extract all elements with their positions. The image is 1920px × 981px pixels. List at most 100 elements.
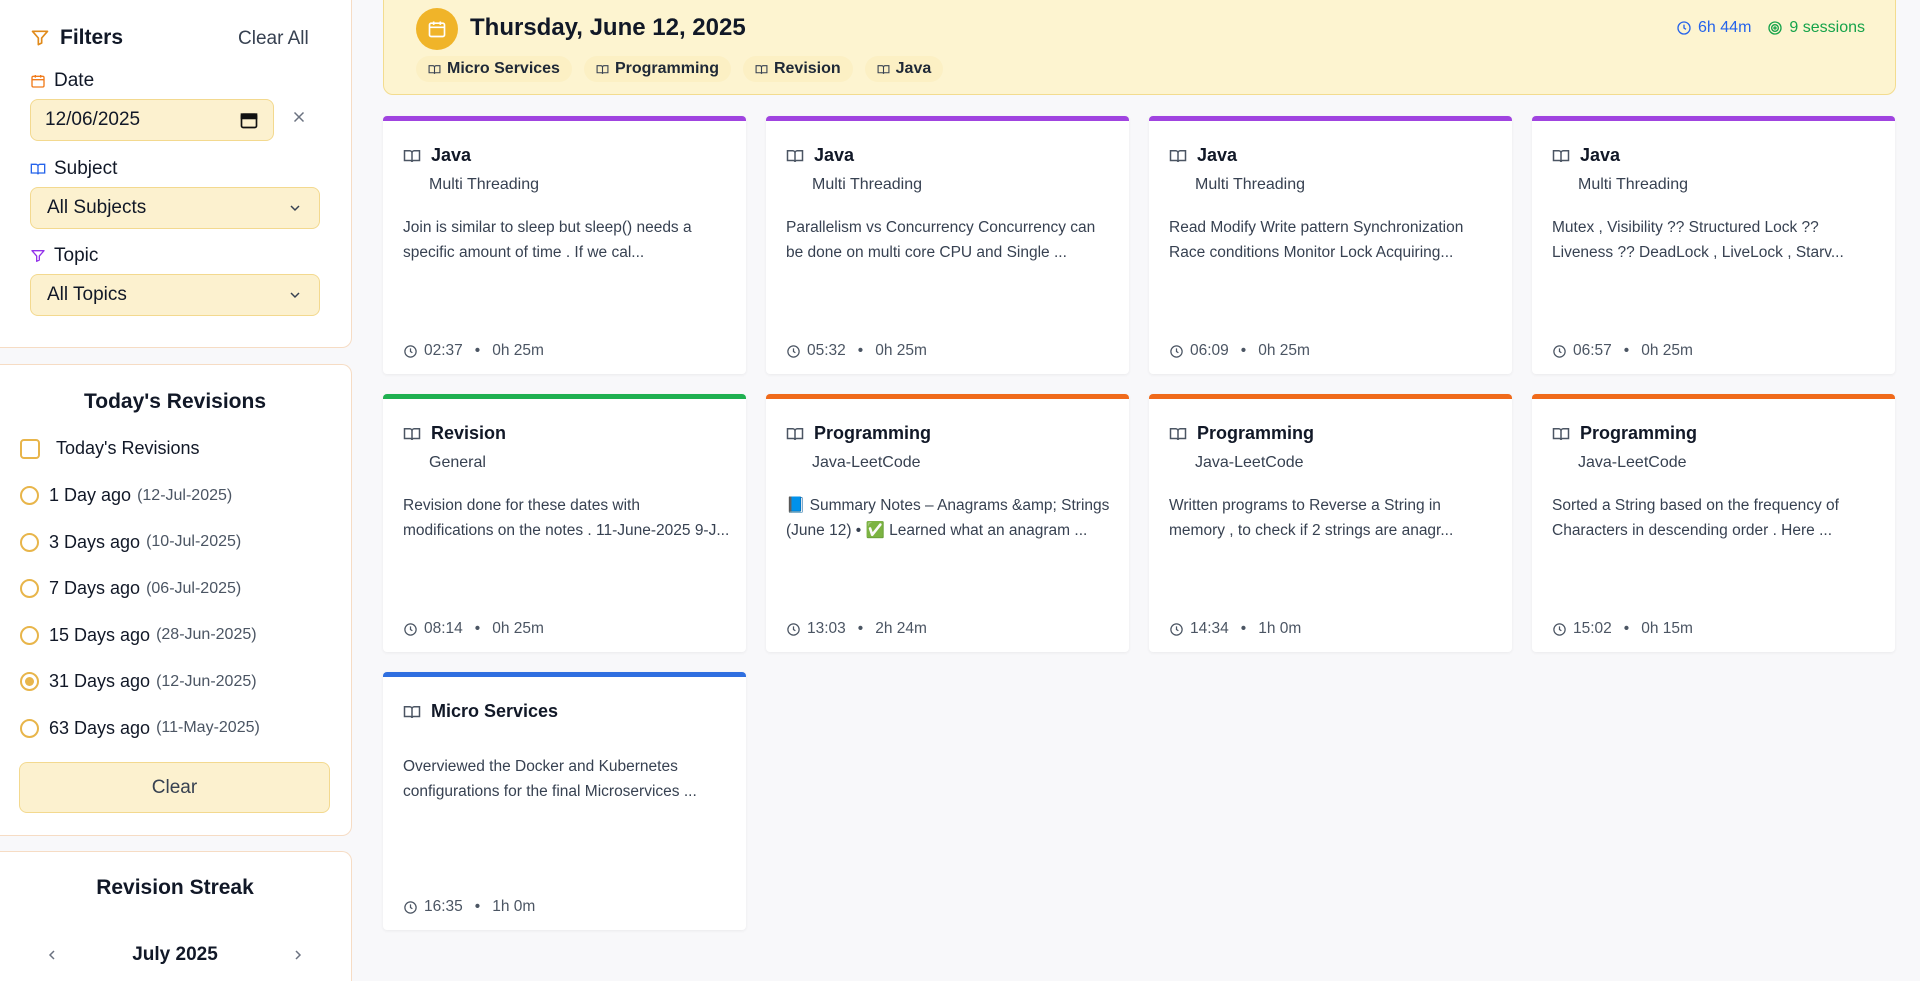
clock-icon bbox=[1676, 20, 1692, 36]
next-month-icon[interactable] bbox=[290, 947, 306, 963]
card-meta: 06:57 • 0h 25m bbox=[1552, 342, 1693, 360]
card-meta: 16:35 • 1h 0m bbox=[403, 898, 535, 916]
card-time: 13:03 bbox=[807, 620, 846, 637]
card-subject: Revision bbox=[403, 423, 506, 444]
session-card[interactable]: Micro Services Overviewed the Docker and… bbox=[383, 672, 746, 930]
subject-tag[interactable]: Java bbox=[864, 56, 944, 82]
revision-option-date: (06-Jul-2025) bbox=[146, 579, 242, 597]
card-meta: 14:34 • 1h 0m bbox=[1169, 620, 1301, 638]
clear-revisions-button[interactable]: Clear bbox=[19, 762, 330, 813]
card-time: 05:32 bbox=[807, 342, 846, 359]
total-time: 6h 44m bbox=[1698, 19, 1752, 36]
todays-revisions-checkbox[interactable]: Today's Revisions bbox=[20, 438, 200, 459]
calendar-icon bbox=[30, 73, 46, 89]
revision-option[interactable]: 1 Day ago (12-Jul-2025) bbox=[20, 485, 232, 506]
radio[interactable] bbox=[20, 718, 39, 738]
revision-option-date: (12-Jun-2025) bbox=[156, 672, 257, 690]
revision-option[interactable]: 63 Days ago (11-May-2025) bbox=[20, 718, 260, 739]
subject-tags: Micro Services Programming Revision Java bbox=[416, 56, 944, 82]
card-duration: 1h 0m bbox=[1258, 620, 1302, 637]
revision-option[interactable]: 7 Days ago (06-Jul-2025) bbox=[20, 578, 241, 599]
card-time: 02:37 bbox=[424, 342, 463, 359]
radio[interactable] bbox=[20, 579, 39, 598]
subject-select[interactable]: All Subjects bbox=[30, 187, 320, 229]
revision-option-label: 1 Day ago bbox=[49, 485, 132, 505]
book-icon bbox=[1552, 147, 1570, 165]
revision-option[interactable]: 3 Days ago (10-Jul-2025) bbox=[20, 532, 241, 553]
session-card[interactable]: Programming Java-LeetCode Written progra… bbox=[1149, 394, 1512, 652]
separator-dot: • bbox=[474, 342, 481, 359]
card-subject: Java bbox=[403, 145, 471, 166]
book-icon bbox=[596, 63, 609, 76]
radio[interactable] bbox=[20, 532, 39, 552]
separator-dot: • bbox=[857, 342, 864, 359]
clock-icon bbox=[1552, 622, 1567, 637]
book-icon bbox=[428, 63, 441, 76]
radio[interactable] bbox=[20, 486, 39, 505]
card-duration: 1h 0m bbox=[492, 898, 536, 915]
subject-tag-label: Java bbox=[895, 60, 932, 77]
card-topic: Java-LeetCode bbox=[1578, 454, 1687, 471]
card-time: 14:34 bbox=[1190, 620, 1229, 637]
revision-option-date: (10-Jul-2025) bbox=[146, 533, 242, 550]
subject-tag[interactable]: Programming bbox=[583, 56, 731, 82]
topic-value: All Topics bbox=[47, 284, 127, 305]
card-duration: 0h 25m bbox=[1641, 342, 1693, 359]
session-card[interactable]: Programming Java-LeetCode 📘 Summary Note… bbox=[766, 394, 1129, 652]
filters-title: Filters bbox=[60, 26, 124, 49]
subject-value: All Subjects bbox=[47, 197, 147, 218]
chevron-down-icon bbox=[287, 287, 303, 303]
session-card[interactable]: Java Multi Threading Read Modify Write p… bbox=[1149, 116, 1512, 374]
book-icon bbox=[30, 161, 46, 177]
subject-tag-label: Micro Services bbox=[447, 60, 560, 77]
subject-label-row: Subject bbox=[30, 158, 117, 180]
subject-tag[interactable]: Micro Services bbox=[416, 56, 572, 82]
revisions-title: Today's Revisions bbox=[84, 390, 266, 413]
card-time: 16:35 bbox=[424, 898, 463, 915]
chevron-down-icon bbox=[287, 200, 303, 216]
topic-label: Topic bbox=[54, 245, 99, 266]
streak-title: Revision Streak bbox=[96, 876, 254, 899]
card-topic: Java-LeetCode bbox=[812, 454, 921, 471]
prev-month-icon[interactable] bbox=[44, 947, 60, 963]
card-description: Revision done for these dates with modif… bbox=[403, 497, 730, 539]
checkbox[interactable] bbox=[20, 438, 40, 459]
clock-icon bbox=[1169, 344, 1184, 359]
session-card[interactable]: Java Multi Threading Parallelism vs Conc… bbox=[766, 116, 1129, 374]
card-subject: Micro Services bbox=[403, 701, 558, 722]
clear-all-button[interactable]: Clear All bbox=[238, 28, 309, 50]
book-icon bbox=[1169, 147, 1187, 165]
session-card[interactable]: Java Multi Threading Join is similar to … bbox=[383, 116, 746, 374]
card-time: 06:09 bbox=[1190, 342, 1229, 359]
session-card[interactable]: Java Multi Threading Mutex , Visibility … bbox=[1532, 116, 1895, 374]
card-duration: 2h 24m bbox=[875, 620, 927, 637]
card-meta: 02:37 • 0h 25m bbox=[403, 342, 544, 360]
radio[interactable] bbox=[20, 672, 39, 691]
checkbox-label: Today's Revisions bbox=[56, 438, 200, 458]
session-card[interactable]: Programming Java-LeetCode Sorted a Strin… bbox=[1532, 394, 1895, 652]
month-navigator: July 2025 bbox=[0, 944, 350, 966]
separator-dot: • bbox=[474, 620, 481, 637]
card-subject-label: Java bbox=[431, 145, 472, 165]
revision-option[interactable]: 31 Days ago (12-Jun-2025) bbox=[20, 671, 257, 692]
subject-tag[interactable]: Revision bbox=[742, 56, 853, 82]
card-duration: 0h 25m bbox=[1258, 342, 1310, 359]
session-card[interactable]: Revision General Revision done for these… bbox=[383, 394, 746, 652]
clear-date-icon[interactable] bbox=[290, 108, 308, 126]
date-label-row: Date bbox=[30, 70, 94, 92]
date-value: 12/06/2025 bbox=[45, 109, 141, 130]
card-meta: 13:03 • 2h 24m bbox=[786, 620, 927, 638]
card-topic: Multi Threading bbox=[429, 176, 539, 193]
sidebar: Filters Clear All Date 12/06/2025 Subjec… bbox=[0, 0, 352, 981]
radio[interactable] bbox=[20, 625, 39, 645]
date-input[interactable]: 12/06/2025 bbox=[30, 99, 274, 141]
book-icon bbox=[786, 425, 804, 443]
sessions-stat: 9 sessions bbox=[1767, 19, 1865, 37]
card-duration: 0h 15m bbox=[1641, 620, 1693, 637]
clock-icon bbox=[1169, 622, 1184, 637]
card-duration: 0h 25m bbox=[492, 620, 544, 637]
date-picker-icon[interactable] bbox=[239, 110, 259, 130]
revision-option[interactable]: 15 Days ago (28-Jun-2025) bbox=[20, 625, 257, 646]
topic-select[interactable]: All Topics bbox=[30, 274, 320, 316]
card-description: Mutex , Visibility ?? Structured Lock ??… bbox=[1552, 219, 1844, 261]
